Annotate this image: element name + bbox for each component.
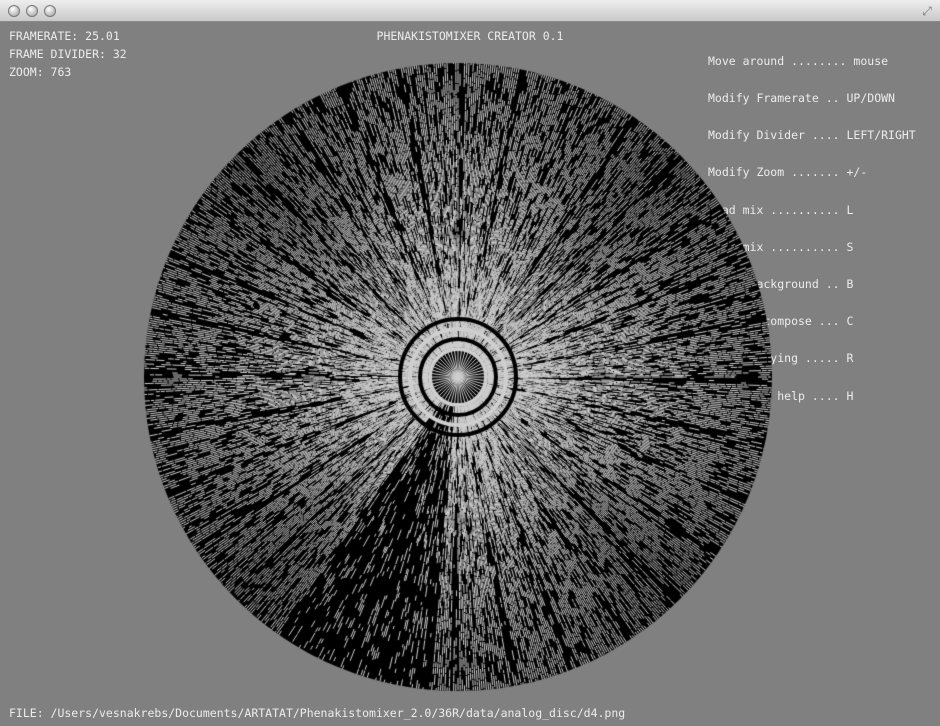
phenakistoscope-disc[interactable] (143, 62, 773, 692)
help-key: mouse (853, 53, 889, 68)
zoom-readout: ZOOM: 763 (9, 65, 72, 79)
help-key: R (846, 351, 854, 366)
help-key: +/- (846, 165, 868, 180)
minimize-button[interactable] (26, 5, 38, 17)
help-key: S (846, 239, 854, 254)
app-window: ⤢ FRAMERATE: 25.01 FRAME DIVIDER: 32 ZOO… (0, 0, 940, 726)
close-button[interactable] (8, 5, 20, 17)
help-key: UP/DOWN (846, 91, 895, 106)
fullscreen-icon[interactable]: ⤢ (920, 4, 934, 18)
help-key: B (846, 277, 854, 292)
zoom-button[interactable] (44, 5, 56, 17)
help-key: C (846, 314, 854, 329)
help-key: H (846, 388, 854, 403)
help-key: L (846, 202, 854, 217)
file-path: FILE: /Users/vesnakrebs/Documents/ARTATA… (9, 706, 626, 720)
frame-divider-readout: FRAME DIVIDER: 32 (9, 47, 127, 61)
window-titlebar: ⤢ (0, 0, 940, 22)
help-key: LEFT/RIGHT (846, 128, 916, 143)
